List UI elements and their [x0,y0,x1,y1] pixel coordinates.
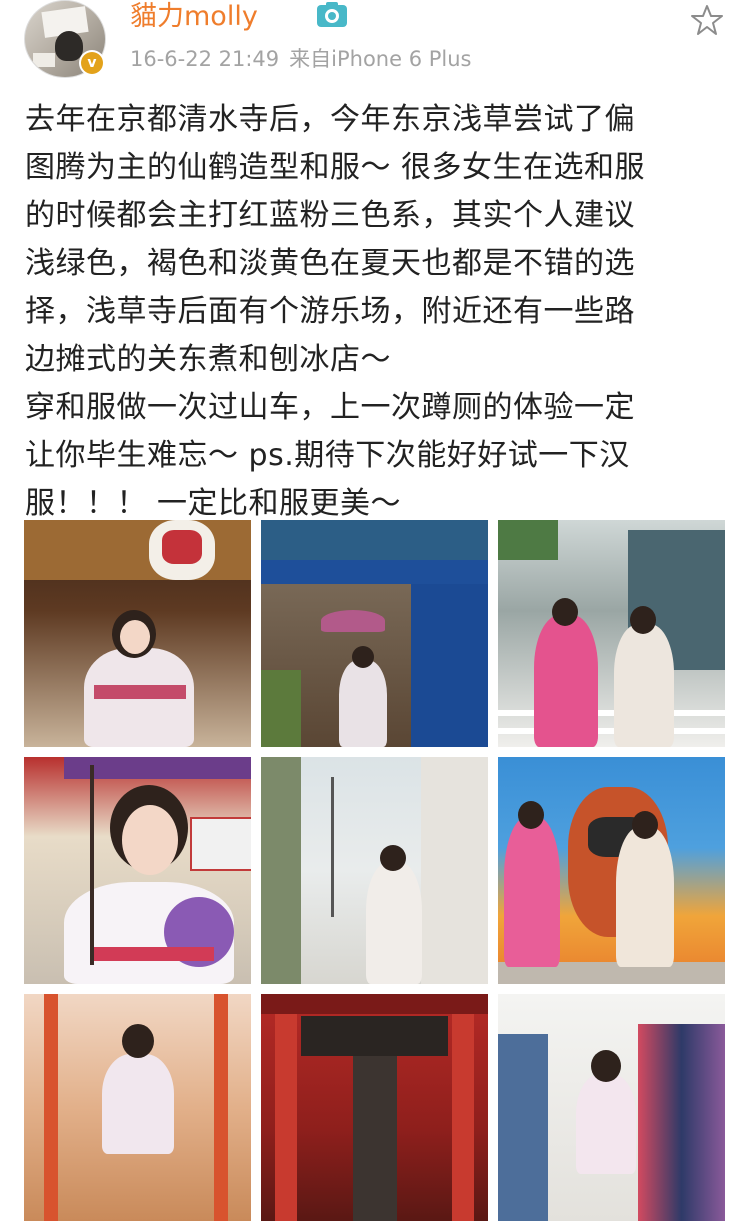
photo-two-girls-mural[interactable] [498,757,725,984]
username[interactable]: 貓力molly [130,0,258,34]
avatar-art [33,53,55,67]
post-header: v 貓力molly 16-6-22 21:49 来自iPhone 6 Plus [0,0,750,90]
photo-closeup-umbrella[interactable] [24,757,251,984]
post-timestamp: 16-6-22 21:49 [130,47,280,71]
post-text-line: 择，浅草寺后面有个游乐场，附近还有一些路 [25,294,635,329]
photo-shopping-arcade[interactable] [24,994,251,1221]
favorite-star-icon[interactable] [690,3,724,37]
post-meta: 16-6-22 21:49 来自iPhone 6 Plus [130,44,472,74]
post-text-line: 浅绿色，褐色和淡黄色在夏天也都是不错的选 [25,246,635,281]
avatar-art [55,31,83,61]
post-text-line: 图腾为主的仙鹤造型和服～ 很多女生在选和服 [25,150,646,185]
photo-kimono-rack[interactable] [498,994,725,1221]
verified-badge-icon: v [79,50,105,76]
photo-grid [24,520,726,1221]
vip-camera-icon [317,2,347,27]
photo-shop-front-umbrella[interactable] [261,520,488,747]
photo-lantern-shop[interactable] [24,520,251,747]
photo-two-girls-crosswalk[interactable] [498,520,725,747]
post-text-line: 边摊式的关东煮和刨冰店～ [25,342,391,377]
post-text-line: 让你毕生难忘～ ps.期待下次能好好试一下汉 [25,438,630,473]
post-text-line: 的时候都会主打红蓝粉三色系，其实个人建议 [25,198,635,233]
post-source[interactable]: 来自iPhone 6 Plus [289,47,471,71]
post-text-line: 去年在京都清水寺后，今年东京浅草尝试了偏 [25,102,635,137]
post-text-line: 穿和服做一次过山车，上一次蹲厕的体验一定 [25,390,635,425]
photo-red-temple-gate[interactable] [261,994,488,1221]
photo-street-back-view[interactable] [261,757,488,984]
post-text: 去年在京都清水寺后，今年东京浅草尝试了偏 图腾为主的仙鹤造型和服～ 很多女生在选… [25,96,725,528]
